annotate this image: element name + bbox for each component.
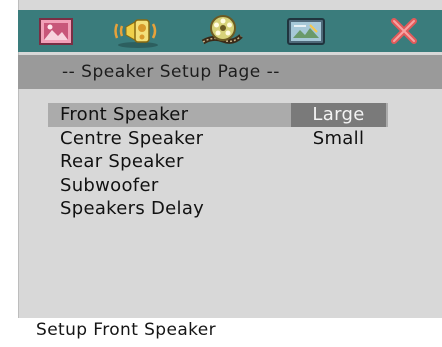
tab-picture[interactable] [28, 12, 84, 50]
page-title: -- Speaker Setup Page -- [62, 62, 280, 82]
speaker-audio-icon [114, 19, 158, 48]
film-reel-icon [201, 15, 243, 45]
option-values-list: Large Small [291, 103, 386, 150]
tab-video[interactable] [194, 12, 250, 50]
status-bar: Setup Front Speaker [18, 318, 442, 347]
status-text: Setup Front Speaker [36, 320, 217, 340]
option-small[interactable]: Small [291, 127, 386, 151]
tab-exit[interactable] [376, 12, 432, 50]
close-x-icon [391, 18, 417, 44]
tab-bar [18, 10, 442, 52]
picture-icon [39, 18, 73, 45]
menu-item-speakers-delay[interactable]: Speakers Delay [48, 197, 388, 221]
tab-audio[interactable] [110, 12, 166, 50]
menu-item-rear-speaker[interactable]: Rear Speaker [48, 150, 388, 174]
tab-preference[interactable] [278, 12, 334, 50]
option-large[interactable]: Large [291, 103, 386, 127]
osd-screen: -- Speaker Setup Page -- Front Speaker C… [0, 0, 442, 347]
page-title-band: -- Speaker Setup Page -- [18, 55, 442, 89]
preference-panel-icon [287, 18, 325, 45]
menu-item-subwoofer[interactable]: Subwoofer [48, 174, 388, 198]
